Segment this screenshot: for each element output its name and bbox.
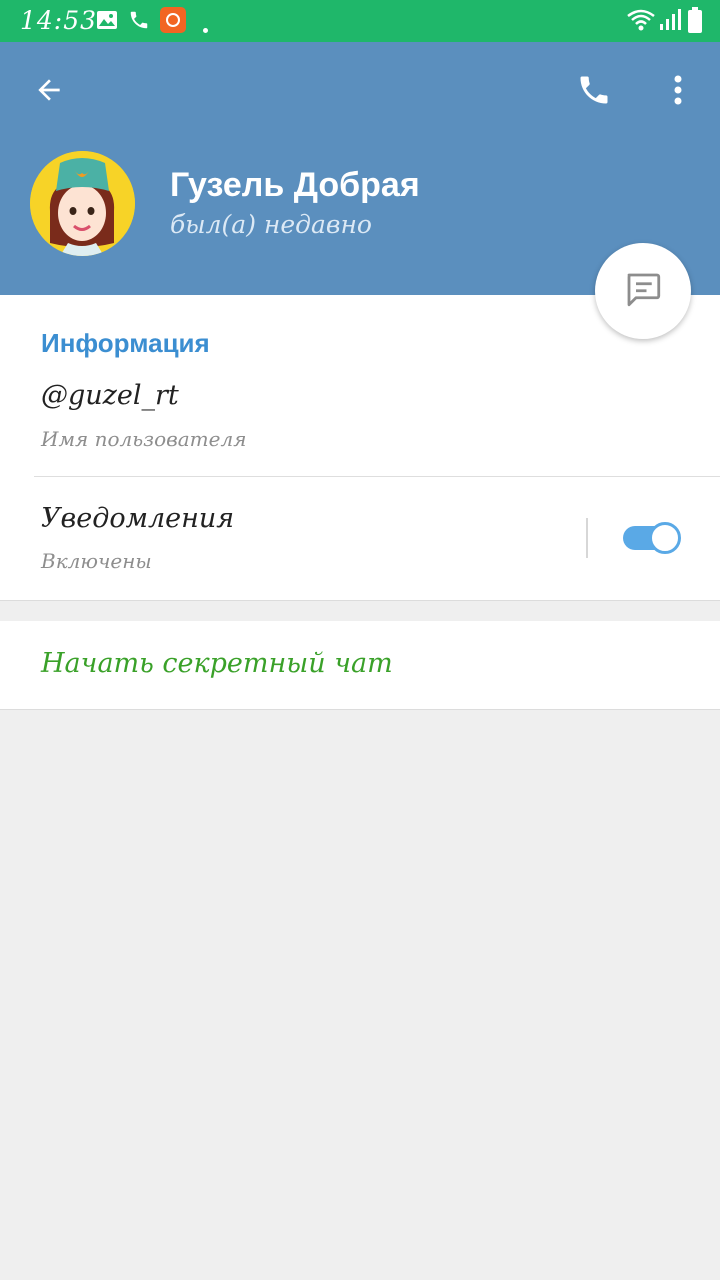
more-vert-icon (674, 75, 682, 109)
back-arrow-icon (33, 74, 65, 110)
info-section-title: Информация (41, 328, 210, 358)
signal-icon (660, 8, 682, 36)
last-seen-status: был(а) недавно (170, 210, 372, 239)
dot-icon (203, 18, 208, 37)
status-bar: 14:53 (0, 0, 720, 42)
notifications-label[interactable]: Уведомления (41, 503, 234, 534)
username-caption: Имя пользователя (41, 427, 247, 451)
vertical-divider (586, 518, 588, 558)
profile-name: Гузель Добрая (170, 166, 420, 204)
message-icon (622, 268, 664, 314)
notifications-state: Включены (41, 549, 152, 573)
call-notification-icon (128, 9, 150, 35)
avatar-illustration (30, 151, 135, 256)
phone-icon (576, 72, 612, 112)
notifications-toggle[interactable] (623, 522, 683, 554)
avatar[interactable] (30, 151, 135, 256)
toggle-knob (649, 522, 681, 554)
app-notification-icon (160, 7, 186, 37)
start-secret-chat-button[interactable]: Начать секретный чат (41, 648, 393, 679)
more-options-button[interactable] (660, 70, 696, 114)
username-value[interactable]: @guzel_rt (41, 380, 179, 411)
call-button[interactable] (572, 70, 616, 114)
battery-icon (688, 7, 702, 37)
divider (34, 476, 720, 477)
back-button[interactable] (26, 70, 72, 114)
status-time: 14:53 (20, 6, 98, 35)
wifi-icon (626, 8, 656, 36)
send-message-fab[interactable] (595, 243, 691, 339)
gallery-notification-icon (96, 9, 118, 35)
